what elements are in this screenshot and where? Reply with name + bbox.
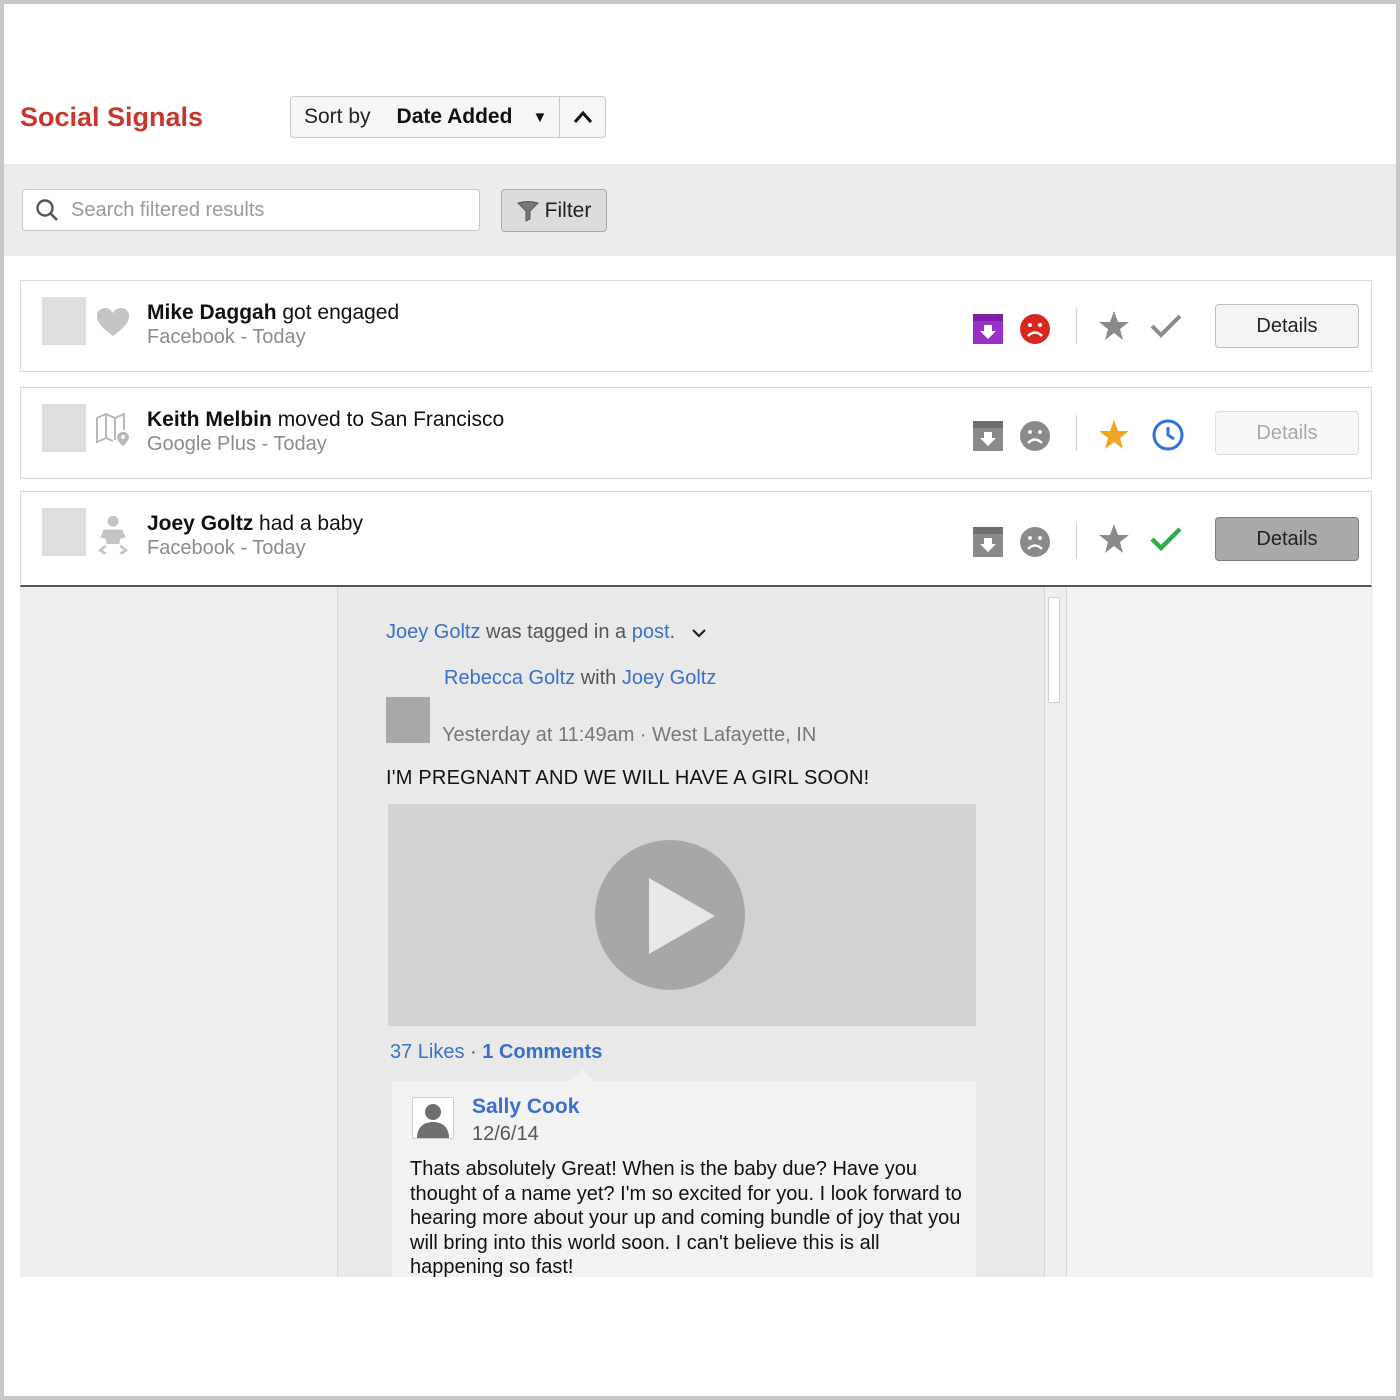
filter-button[interactable]: Filter: [501, 189, 607, 232]
scrollbar[interactable]: [1048, 597, 1062, 1277]
star-icon[interactable]: [1097, 418, 1131, 452]
video-player[interactable]: [388, 804, 976, 1026]
signal-source: Facebook - Today: [147, 537, 306, 559]
signal-event: got engaged: [282, 301, 400, 324]
search-icon: [36, 199, 58, 221]
play-icon: [649, 878, 715, 954]
details-button[interactable]: Details: [1215, 517, 1359, 561]
baby-icon: [97, 515, 129, 554]
stats-separator: ·: [464, 1041, 483, 1063]
signal-source: Google Plus - Today: [147, 433, 327, 455]
avatar: [386, 697, 430, 743]
star-icon[interactable]: [1097, 309, 1131, 343]
divider: [1076, 523, 1077, 559]
post-authors: Rebecca Goltz with Joey Goltz: [444, 667, 716, 690]
caret-down-icon[interactable]: ▼: [532, 109, 547, 126]
check-icon[interactable]: [1149, 522, 1183, 556]
signal-row[interactable]: Joey Goltz had a baby Facebook - Today D…: [20, 491, 1372, 587]
sad-face-icon[interactable]: [1018, 419, 1052, 453]
post-stats: 37 Likes · 1 Comments: [390, 1041, 602, 1064]
archive-icon[interactable]: [971, 312, 1005, 346]
tagged-text: was tagged in a: [486, 621, 627, 643]
archive-icon[interactable]: [971, 525, 1005, 559]
commenter-avatar: [412, 1097, 454, 1139]
signal-person[interactable]: Joey Goltz: [147, 512, 253, 535]
details-button[interactable]: Details: [1215, 304, 1359, 348]
star-icon[interactable]: [1097, 522, 1131, 556]
sort-control[interactable]: Sort by Date Added ▼: [290, 96, 606, 138]
filter-toolbar: Filter: [4, 164, 1396, 256]
play-button[interactable]: [595, 840, 745, 990]
post-meta: Yesterday at 11:49am · West Lafayette, I…: [442, 724, 817, 746]
signal-person[interactable]: Mike Daggah: [147, 301, 277, 324]
scrollbar-thumb[interactable]: [1048, 597, 1060, 703]
chevron-up-icon: [573, 110, 592, 123]
signal-event: moved to San Francisco: [277, 408, 505, 431]
person-icon: [417, 1104, 449, 1138]
funnel-icon: [516, 200, 539, 222]
comment-body: Thats absolutely Great! When is the baby…: [410, 1158, 962, 1277]
panel-side: [1066, 587, 1373, 1277]
signal-event: had a baby: [259, 512, 363, 535]
signal-row[interactable]: Mike Daggah got engaged Facebook - Today…: [20, 280, 1372, 372]
avatar: [42, 508, 86, 556]
search-input[interactable]: [69, 197, 453, 223]
post-text: I'M PREGNANT AND WE WILL HAVE A GIRL SOO…: [386, 767, 870, 789]
sad-face-icon[interactable]: [1018, 312, 1052, 346]
app-frame: Social Signals Sort by Date Added ▼ Filt…: [0, 0, 1400, 1400]
check-icon[interactable]: [1149, 309, 1183, 343]
sad-face-icon[interactable]: [1018, 525, 1052, 559]
avatar: [42, 404, 86, 452]
tagged-period: .: [669, 621, 676, 643]
author-link[interactable]: Rebecca Goltz: [444, 667, 575, 689]
comment-pointer: [570, 1069, 594, 1081]
comment: Sally Cook 12/6/14 Thats absolutely Grea…: [392, 1069, 976, 1277]
post-preview: Joey Goltz was tagged in a post. Rebecca…: [337, 587, 1045, 1277]
map-pin-icon: [96, 412, 129, 446]
with-person-link[interactable]: Joey Goltz: [622, 667, 716, 689]
tagged-person-link[interactable]: Joey Goltz: [386, 621, 480, 643]
comment-date: 12/6/14: [472, 1123, 539, 1145]
signal-source: Facebook - Today: [147, 326, 306, 348]
divider: [1076, 415, 1077, 451]
sort-label: Sort by: [304, 105, 371, 128]
commenter-name[interactable]: Sally Cook: [472, 1095, 579, 1119]
post-link[interactable]: post: [632, 621, 670, 643]
chevron-down-icon[interactable]: [691, 627, 707, 639]
avatar: [42, 297, 86, 345]
divider: [1076, 308, 1077, 344]
details-button[interactable]: Details: [1215, 411, 1359, 455]
clock-icon[interactable]: [1151, 418, 1185, 452]
app-title: Social Signals: [20, 102, 204, 132]
signal-row[interactable]: Keith Melbin moved to San Francisco Goog…: [20, 387, 1372, 479]
archive-icon[interactable]: [971, 419, 1005, 453]
filter-label: Filter: [544, 198, 592, 222]
comments-link[interactable]: 1 Comments: [482, 1041, 602, 1063]
search-box[interactable]: [22, 189, 480, 231]
sort-order-toggle[interactable]: [559, 97, 605, 137]
post-header: Joey Goltz was tagged in a post.: [386, 621, 707, 644]
likes-link[interactable]: 37 Likes: [390, 1041, 465, 1063]
heart-icon: [97, 308, 129, 336]
signal-person[interactable]: Keith Melbin: [147, 408, 272, 431]
with-text: with: [580, 667, 617, 689]
sort-value[interactable]: Date Added: [397, 105, 513, 129]
